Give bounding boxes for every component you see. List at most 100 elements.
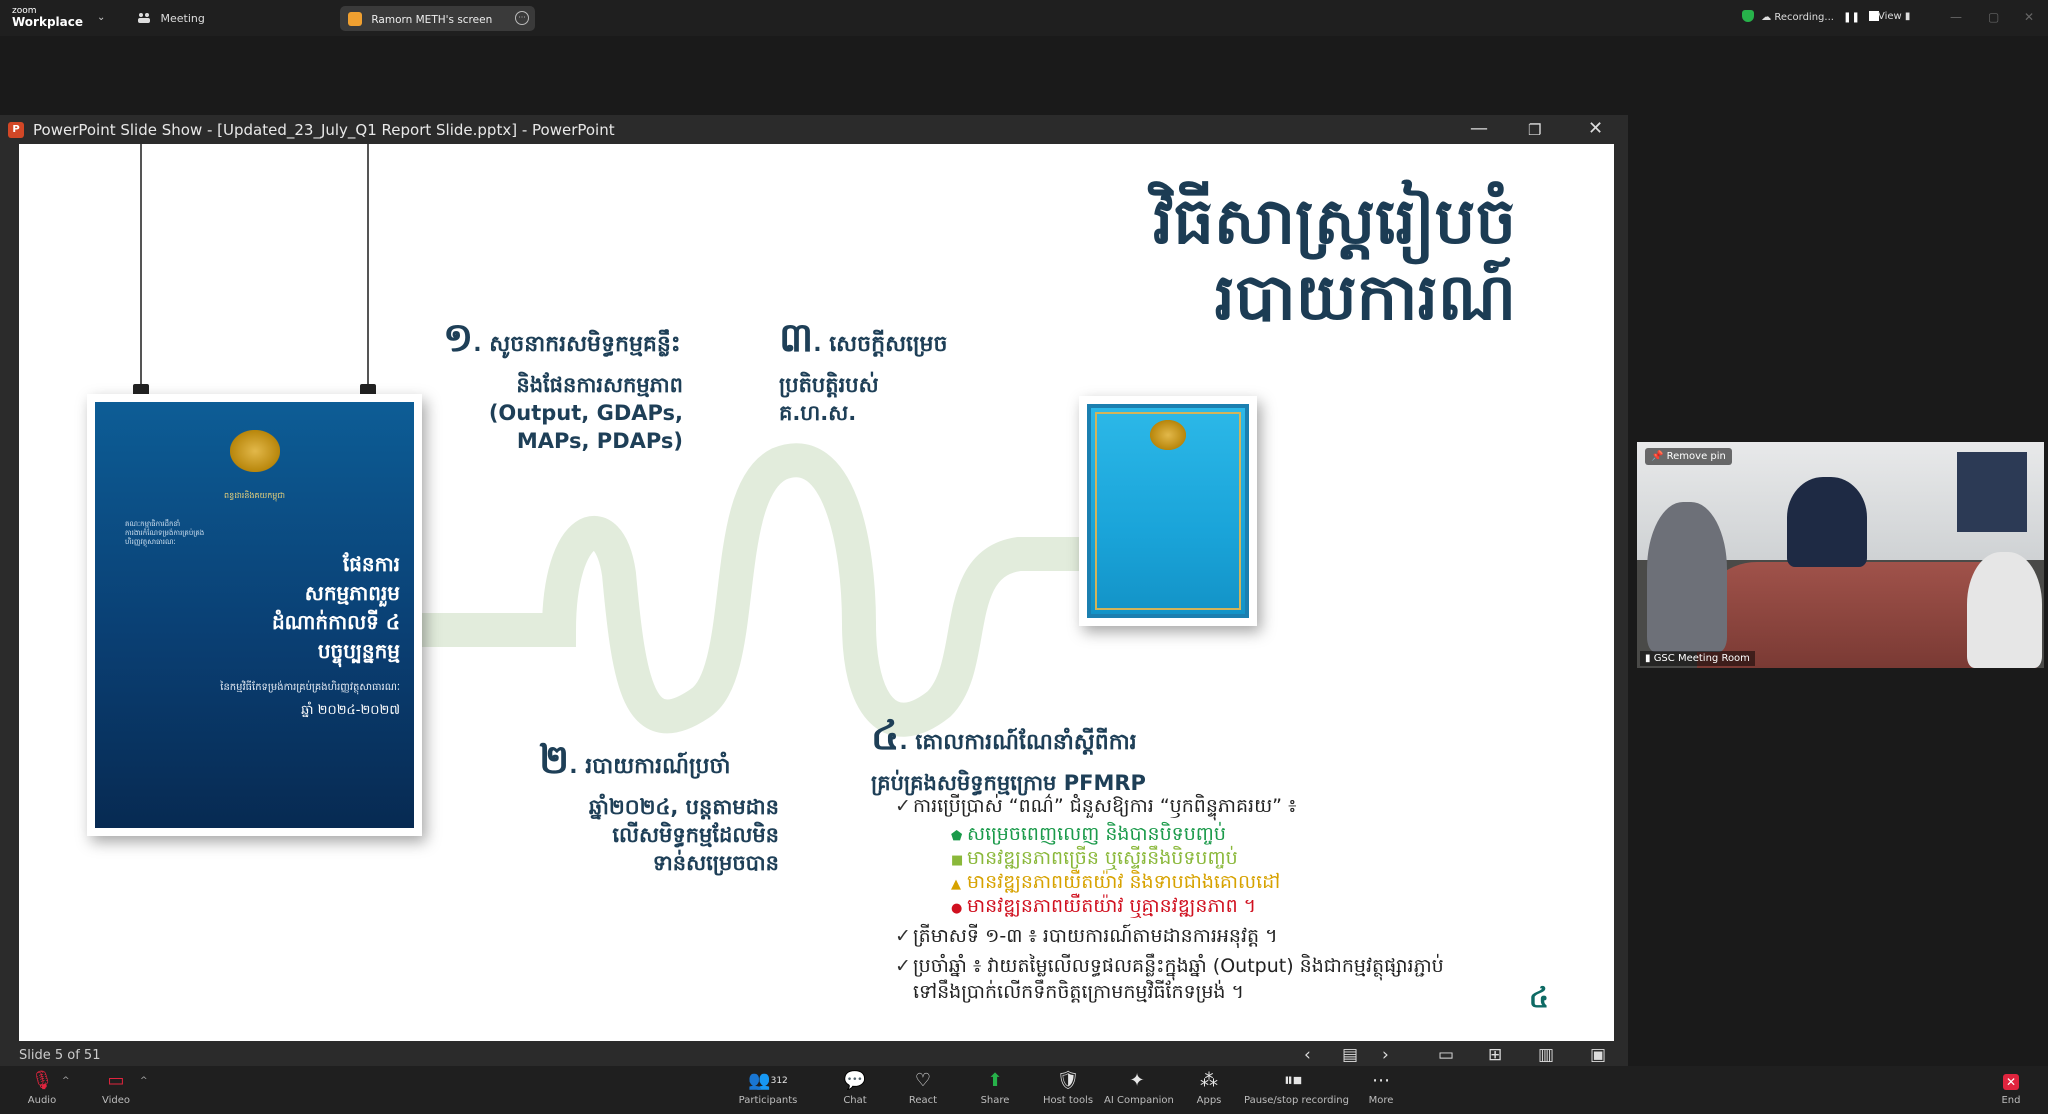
poster-title-line: បច្ចុប្បន្នកម្ម <box>317 639 400 663</box>
hanging-string <box>367 144 369 384</box>
list-item-text: ការប្រើប្រាស់ “ពណ៌” ជំនួសឱ្យការ “ឫកពិន្ទ… <box>913 795 1297 817</box>
audio-button[interactable]: 🎙 Audio <box>26 1070 58 1106</box>
participant-name: GSC Meeting Room <box>1653 653 1750 664</box>
microphone-muted-icon: 🎙 <box>30 1070 54 1091</box>
step-3-number: ៣ <box>779 315 814 361</box>
list-item-text: សម្រេចពេញលេញ និងបានបិទបញ្ចប់ <box>967 823 1226 845</box>
more-button[interactable]: ⋯ More <box>1366 1070 1396 1106</box>
red-circle-icon: ● <box>951 901 963 916</box>
video-button[interactable]: ▭ Video <box>100 1070 132 1106</box>
chevron-down-icon[interactable]: ⌄ <box>97 12 105 23</box>
more-label: More <box>1368 1095 1394 1106</box>
view-menu[interactable]: View ▮ <box>1878 11 1910 22</box>
step-1-body-line: MAPs, PDAPs) <box>516 429 683 453</box>
reading-view-icon[interactable]: ▥ <box>1538 1045 1554 1065</box>
participant-figure <box>1967 552 2042 668</box>
close-icon[interactable]: ✕ <box>1588 118 1603 139</box>
participants-label: Participants <box>738 1095 798 1106</box>
poster-small-line: ហិរញ្ញវត្ថុសាធារណៈ <box>125 538 176 546</box>
notes-icon[interactable]: ▤ <box>1342 1045 1358 1065</box>
zoom-top-bar: zoom Workplace ⌄ Meeting Ramorn METH's s… <box>0 0 2048 36</box>
slide-sorter-icon[interactable]: ⊞ <box>1488 1045 1502 1065</box>
participant-figure <box>1787 477 1867 567</box>
slide-title-line: របាយការណ៍ <box>1214 261 1516 335</box>
poster-subtitle: នៃកម្មវិធីកែទម្រង់ការគ្រប់គ្រងហិរញ្ញវត្ថ… <box>220 682 400 693</box>
meeting-label: Meeting <box>160 12 205 25</box>
maximize-icon[interactable]: ▢ <box>1988 10 1999 24</box>
share-button[interactable]: ⬆ Share <box>978 1070 1012 1106</box>
shared-screen-tab[interactable]: Ramorn METH's screen ··· <box>340 6 535 31</box>
restore-icon[interactable]: ❐ <box>1528 121 1541 139</box>
yellow-triangle-icon: ▲ <box>951 877 961 892</box>
host-tools-label: Host tools <box>1042 1095 1094 1106</box>
step-2-number: ២ <box>539 737 570 783</box>
view-label: View <box>1878 11 1902 22</box>
remove-pin-button[interactable]: 📌 Remove pin <box>1645 448 1732 465</box>
view-layout-icon: ▮ <box>1904 11 1911 22</box>
recording-label: Recording... <box>1774 12 1834 23</box>
step-4-number: ៤ <box>871 713 900 759</box>
apps-label: Apps <box>1196 1095 1222 1106</box>
poster-years: ឆ្នាំ ២០២៤-២០២៧ <box>301 703 400 718</box>
slide-page-number: ៤ <box>1529 981 1549 1014</box>
color-coding-list: ✓ ការប្រើប្រាស់ “ពណ៌” ជំនួសឱ្យការ “ឫកពិន្… <box>895 794 1595 1024</box>
step-2-body-line: ទាន់សម្រេចបាន <box>652 851 779 875</box>
participants-button[interactable]: 👥312 Participants <box>738 1070 798 1106</box>
apps-icon: ⁂ <box>1200 1070 1218 1091</box>
slide-title-line: វិធីសាស្រ្តរៀបចំ <box>1152 185 1516 259</box>
pause-icon[interactable]: ❚❚ <box>1843 12 1860 23</box>
security-shield-icon <box>1742 10 1754 22</box>
step-2-label: . របាយការណ៍ប្រចាំ <box>569 754 731 779</box>
step-2: ២. របាយការណ៍ប្រចាំ ឆ្នាំ២០២៤, បន្តតាមដាន… <box>539 734 779 877</box>
next-slide-icon[interactable]: › <box>1382 1045 1389 1065</box>
list-item-text: ត្រីមាសទី ១-៣ ៖ របាយការណ៍តាមដានការអនុវត្… <box>913 925 1278 947</box>
document-cover <box>1087 404 1249 618</box>
poster-title-line: ផែនការ <box>342 552 400 576</box>
video-options-caret[interactable]: ^ <box>140 1076 148 1086</box>
step-1-number: ១ <box>443 315 474 361</box>
ai-companion-button[interactable]: ✦ AI Companion <box>1104 1070 1174 1106</box>
pause-stop-icon: ⏸⏹ <box>1284 1070 1302 1091</box>
apps-button[interactable]: ⁂ Apps <box>1194 1070 1224 1106</box>
meeting-tab[interactable]: Meeting <box>137 12 205 25</box>
chat-label: Chat <box>843 1095 867 1106</box>
normal-view-icon[interactable]: ▭ <box>1438 1045 1454 1065</box>
list-item: ✓ ត្រីមាសទី ១-៣ ៖ របាយការណ៍តាមដានការអនុវត… <box>895 924 1278 952</box>
poster-small-text: គណៈកម្មាធិការដឹកនាំ ការងារកំណែទម្រង់ការគ… <box>125 520 204 547</box>
previous-slide-icon[interactable]: ‹ <box>1304 1045 1311 1065</box>
zoom-workplace-logo[interactable]: zoom Workplace <box>12 6 83 28</box>
more-icon: ⋯ <box>1372 1070 1390 1091</box>
step-1-label: . សូចនាករសមិទ្ធកម្មគន្លឹះ <box>473 332 681 357</box>
slide-counter: Slide 5 of 51 <box>19 1048 101 1063</box>
poster-small-line: ការងារកំណែទម្រង់ការគ្រប់គ្រង <box>125 529 205 537</box>
list-item: ✓ ប្រចាំឆ្នាំ ៖ វាយតម្លៃលើលទ្ធផលគន្លឹះក្ន… <box>895 954 1444 982</box>
light-green-square-icon: ■ <box>951 853 964 868</box>
recording-indicator[interactable]: ☁ Recording... ❚❚ <box>1742 10 1880 23</box>
minimize-icon[interactable]: — <box>1470 118 1488 139</box>
list-item: ✓ ការប្រើប្រាស់ “ពណ៌” ជំនួសឱ្យការ “ឫកពិន្… <box>895 794 1296 822</box>
sparkle-icon: ✦ <box>1129 1070 1145 1091</box>
slideshow-icon[interactable]: ▣ <box>1590 1045 1606 1065</box>
pause-stop-recording-button[interactable]: ⏸⏹ Pause/stop recording <box>1244 1070 1349 1106</box>
check-icon: ✓ <box>895 795 911 817</box>
slide-canvas: ពន្ធដារនិងគយកម្ពុជា គណៈកម្មាធិការដឹកនាំ … <box>19 144 1614 1041</box>
minimize-icon[interactable]: — <box>1950 10 1962 24</box>
end-button[interactable]: ✕ End <box>1996 1070 2026 1106</box>
video-label: Video <box>101 1095 131 1106</box>
step-3-label: . សេចក្តីសម្រេច <box>813 332 948 357</box>
react-button[interactable]: ♡ React <box>908 1070 938 1106</box>
host-tools-button[interactable]: 🛡 Host tools <box>1040 1070 1096 1106</box>
chat-icon: 💬 <box>843 1070 867 1091</box>
royal-crest-icon <box>1150 420 1186 450</box>
list-item-text: មានវឌ្ឍនភាពច្រើន ឬស្ទើរនឹងបិទបញ្ចប់ <box>967 847 1238 869</box>
poster-cover: ពន្ធដារនិងគយកម្ពុជា គណៈកម្មាធិការដឹកនាំ … <box>95 402 414 828</box>
participants-icon: 👥312 <box>748 1070 788 1091</box>
ai-companion-label: AI Companion <box>1104 1095 1174 1106</box>
more-options-icon[interactable]: ··· <box>515 11 529 25</box>
audio-options-caret[interactable]: ^ <box>62 1076 70 1086</box>
step-2-body-line: លើសមិទ្ធកម្មដែលមិន <box>612 823 779 847</box>
close-icon[interactable]: ✕ <box>2024 10 2034 24</box>
chat-button[interactable]: 💬 Chat <box>840 1070 870 1106</box>
pinned-participant-video[interactable]: 📌 Remove pin ▮ GSC Meeting Room <box>1637 442 2044 668</box>
cloud-icon: ☁ <box>1761 12 1772 23</box>
